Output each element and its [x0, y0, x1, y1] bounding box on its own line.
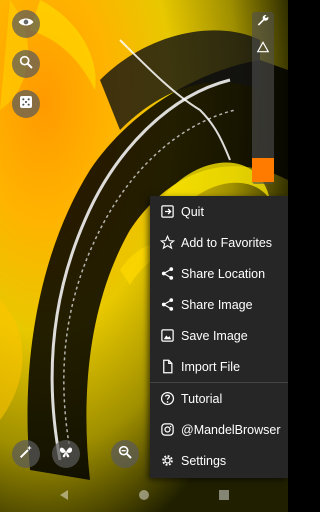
- menu-item-share-image[interactable]: Share Image: [150, 289, 288, 320]
- menu-item-label: Share Location: [181, 266, 266, 281]
- menu-item-save-image[interactable]: Save Image: [150, 320, 288, 351]
- search-icon: [18, 54, 34, 75]
- menu-item-import-file[interactable]: Import File: [150, 351, 288, 382]
- share-icon: [159, 297, 175, 313]
- menu-item-add-to-favorites[interactable]: Add to Favorites: [150, 227, 288, 258]
- eye-button[interactable]: [12, 10, 40, 38]
- overflow-menu: Quit Add to Favorites Share Location Sha…: [150, 196, 288, 478]
- menu-item-settings[interactable]: Settings: [150, 445, 288, 476]
- julia-button[interactable]: [52, 440, 80, 468]
- help-icon: [159, 391, 175, 407]
- menu-item-instagram[interactable]: @MandelBrowser: [150, 414, 288, 445]
- navigation-bar: [0, 478, 288, 512]
- menu-item-label: Settings: [181, 453, 227, 468]
- menu-item-label: Add to Favorites: [181, 235, 273, 250]
- menu-item-tutorial[interactable]: Tutorial: [150, 383, 288, 414]
- increase-button[interactable]: [252, 38, 274, 60]
- gear-icon: [159, 453, 175, 469]
- menu-item-label: @MandelBrowser: [181, 422, 281, 437]
- tools-button[interactable]: [252, 12, 274, 34]
- zoom-out-button[interactable]: [111, 440, 139, 468]
- menu-item-label: Import File: [181, 359, 241, 374]
- wrench-icon: [256, 14, 270, 33]
- exit-icon: [159, 204, 175, 220]
- color-swatch[interactable]: [252, 158, 274, 182]
- image-icon: [159, 328, 175, 344]
- share-icon: [159, 266, 175, 282]
- home-icon[interactable]: [138, 488, 150, 506]
- menu-item-label: Quit: [181, 204, 204, 219]
- menu-item-label: Share Image: [181, 297, 253, 312]
- menu-item-quit[interactable]: Quit: [150, 196, 288, 227]
- star-icon: [159, 235, 175, 251]
- recents-icon[interactable]: [218, 488, 230, 506]
- magic-wand-icon: [18, 444, 34, 465]
- dice-icon: [18, 94, 34, 115]
- file-icon: [159, 359, 175, 375]
- menu-item-label: Save Image: [181, 328, 248, 343]
- butterfly-icon: [58, 444, 74, 465]
- search-button[interactable]: [12, 50, 40, 78]
- palette-button[interactable]: [12, 440, 40, 468]
- instagram-icon: [159, 422, 175, 438]
- triangle-icon: [256, 40, 270, 59]
- eye-icon: [18, 14, 34, 35]
- back-icon[interactable]: [58, 488, 70, 506]
- menu-item-share-location[interactable]: Share Location: [150, 258, 288, 289]
- menu-item-label: Tutorial: [181, 391, 223, 406]
- random-location-button[interactable]: [12, 90, 40, 118]
- zoom-out-icon: [117, 444, 133, 465]
